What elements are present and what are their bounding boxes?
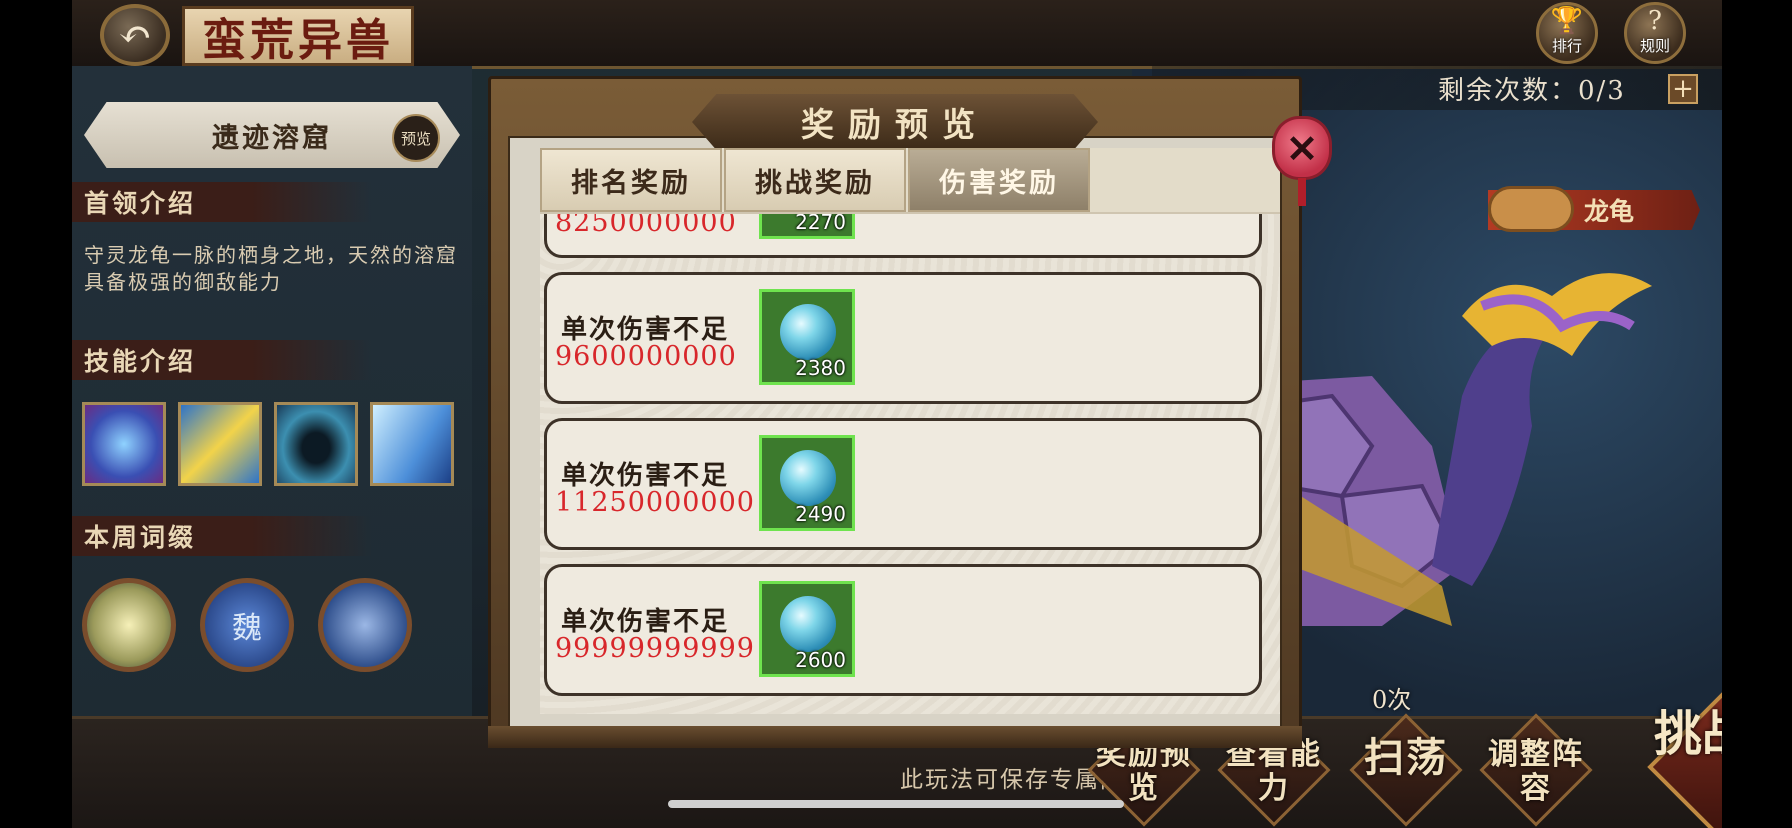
item-quantity: 2600 [795,648,846,672]
spirit-orb-icon [780,304,836,360]
reward-row: 单次伤害不足 99999999999 2600 [544,564,1262,696]
ranking-label: 排行 [1551,37,1582,55]
tassel-ornament [1298,178,1306,206]
affix-list: 魏 [82,578,412,672]
close-x-icon: ✕ [1272,116,1332,180]
shield-affix-icon[interactable] [82,578,176,672]
row-value: 11250000000 [555,487,755,518]
tab-label: 伤害奖励 [939,167,1059,199]
top-bar: ↶ 蛮荒异兽 🏆 排行 ? 规则 [72,0,1722,69]
skill-list [82,402,454,486]
rules-label: 规则 [1639,37,1670,55]
affix-heading-text: 本周词缀 [84,523,197,552]
modal-title-text: 奖励预览 [801,105,989,144]
ranking-button[interactable]: 🏆 排行 [1536,2,1598,64]
skill-shadow-beast-icon[interactable] [274,402,358,486]
reward-list[interactable]: 8250000000 2270 单次伤害不足 9600000000 2380 单… [540,214,1280,714]
trophy-icon: 🏆 [1550,6,1584,36]
add-attempts-button[interactable]: + [1668,74,1698,104]
tab-damage-reward[interactable]: 伤害奖励 [908,148,1090,212]
row-value: 9600000000 [555,341,737,372]
sweep-button[interactable]: 扫荡 [1358,738,1454,778]
item-quantity: 2270 [795,214,846,234]
item-quantity: 2490 [795,502,846,526]
boss-intro-heading: 首领介绍 [72,182,372,222]
item-quantity: 2380 [795,356,846,380]
affix-heading: 本周词缀 [72,516,372,556]
remaining-attempts: 剩余次数：0/3 [1438,76,1626,106]
count-fragment: 0次 [1372,686,1412,714]
skills-heading-text: 技能介绍 [84,347,197,376]
tab-label: 排名奖励 [571,167,691,199]
reward-item[interactable]: 2600 [759,581,855,677]
boss-intro-heading-text: 首领介绍 [84,189,197,218]
skill-ice-shard-icon[interactable] [370,402,454,486]
modal-bottom-rail [488,726,1302,748]
location-name: 遗迹溶窟 [212,122,332,154]
left-panel: 遗迹溶窟 预览 首领介绍 守灵龙龟一脉的栖身之地，天然的溶窟具备极强的御敌能力 … [72,66,472,716]
tab-challenge-reward[interactable]: 挑战奖励 [724,148,906,212]
boss-intro-text: 守灵龙龟一脉的栖身之地，天然的溶窟具备极强的御敌能力 [84,243,458,294]
skills-heading: 技能介绍 [72,340,372,380]
adjust-team-button[interactable]: 调整阵容 [1488,738,1584,806]
page-title-text: 蛮荒异兽 [202,15,394,66]
skill-whirlwind-icon[interactable] [178,402,262,486]
reward-row: 单次伤害不足 11250000000 2490 [544,418,1262,550]
reward-preview-modal: 奖励预览 排名奖励 挑战奖励 伤害奖励 8250000000 2270 单次伤害… [488,76,1332,748]
affix-text: 魏 [232,611,262,646]
reward-item[interactable]: 2380 [759,289,855,385]
back-button[interactable]: ↶ [100,4,170,66]
spirit-orb-icon [780,596,836,652]
skill-ice-burst-icon[interactable] [82,402,166,486]
rules-button[interactable]: ? 规则 [1624,2,1686,64]
reward-row: 8250000000 2270 [544,214,1262,258]
modal-title: 奖励预览 [692,94,1098,150]
soul-affix-icon[interactable]: 魏 [200,578,294,672]
tab-label: 挑战奖励 [755,167,875,199]
close-button[interactable]: ✕ [1272,106,1336,206]
reward-item[interactable]: 2270 [759,214,855,239]
row-value: 8250000000 [555,214,737,238]
cloud-ornament-icon [1488,186,1574,232]
reward-tabs: 排名奖励 挑战奖励 伤害奖励 [540,148,1280,215]
challenge-button[interactable]: 挑战 [1654,706,1722,762]
tab-ranking-reward[interactable]: 排名奖励 [540,148,722,212]
spirit-affix-icon[interactable] [318,578,412,672]
home-indicator[interactable] [668,800,1124,808]
page-title: 蛮荒异兽 [182,6,414,66]
row-value: 99999999999 [555,633,755,664]
boss-name: 龙龟 [1584,197,1635,226]
reward-preview-button[interactable]: 奖励预览 [1096,738,1192,806]
location-preview-button[interactable]: 预览 [392,114,440,162]
spirit-orb-icon [780,450,836,506]
reward-row: 单次伤害不足 9600000000 2380 [544,272,1262,404]
back-arrow-icon: ↶ [118,12,152,58]
view-ability-button[interactable]: 查看能力 [1226,738,1322,806]
reward-item[interactable]: 2490 [759,435,855,531]
question-icon: ? [1648,6,1662,36]
